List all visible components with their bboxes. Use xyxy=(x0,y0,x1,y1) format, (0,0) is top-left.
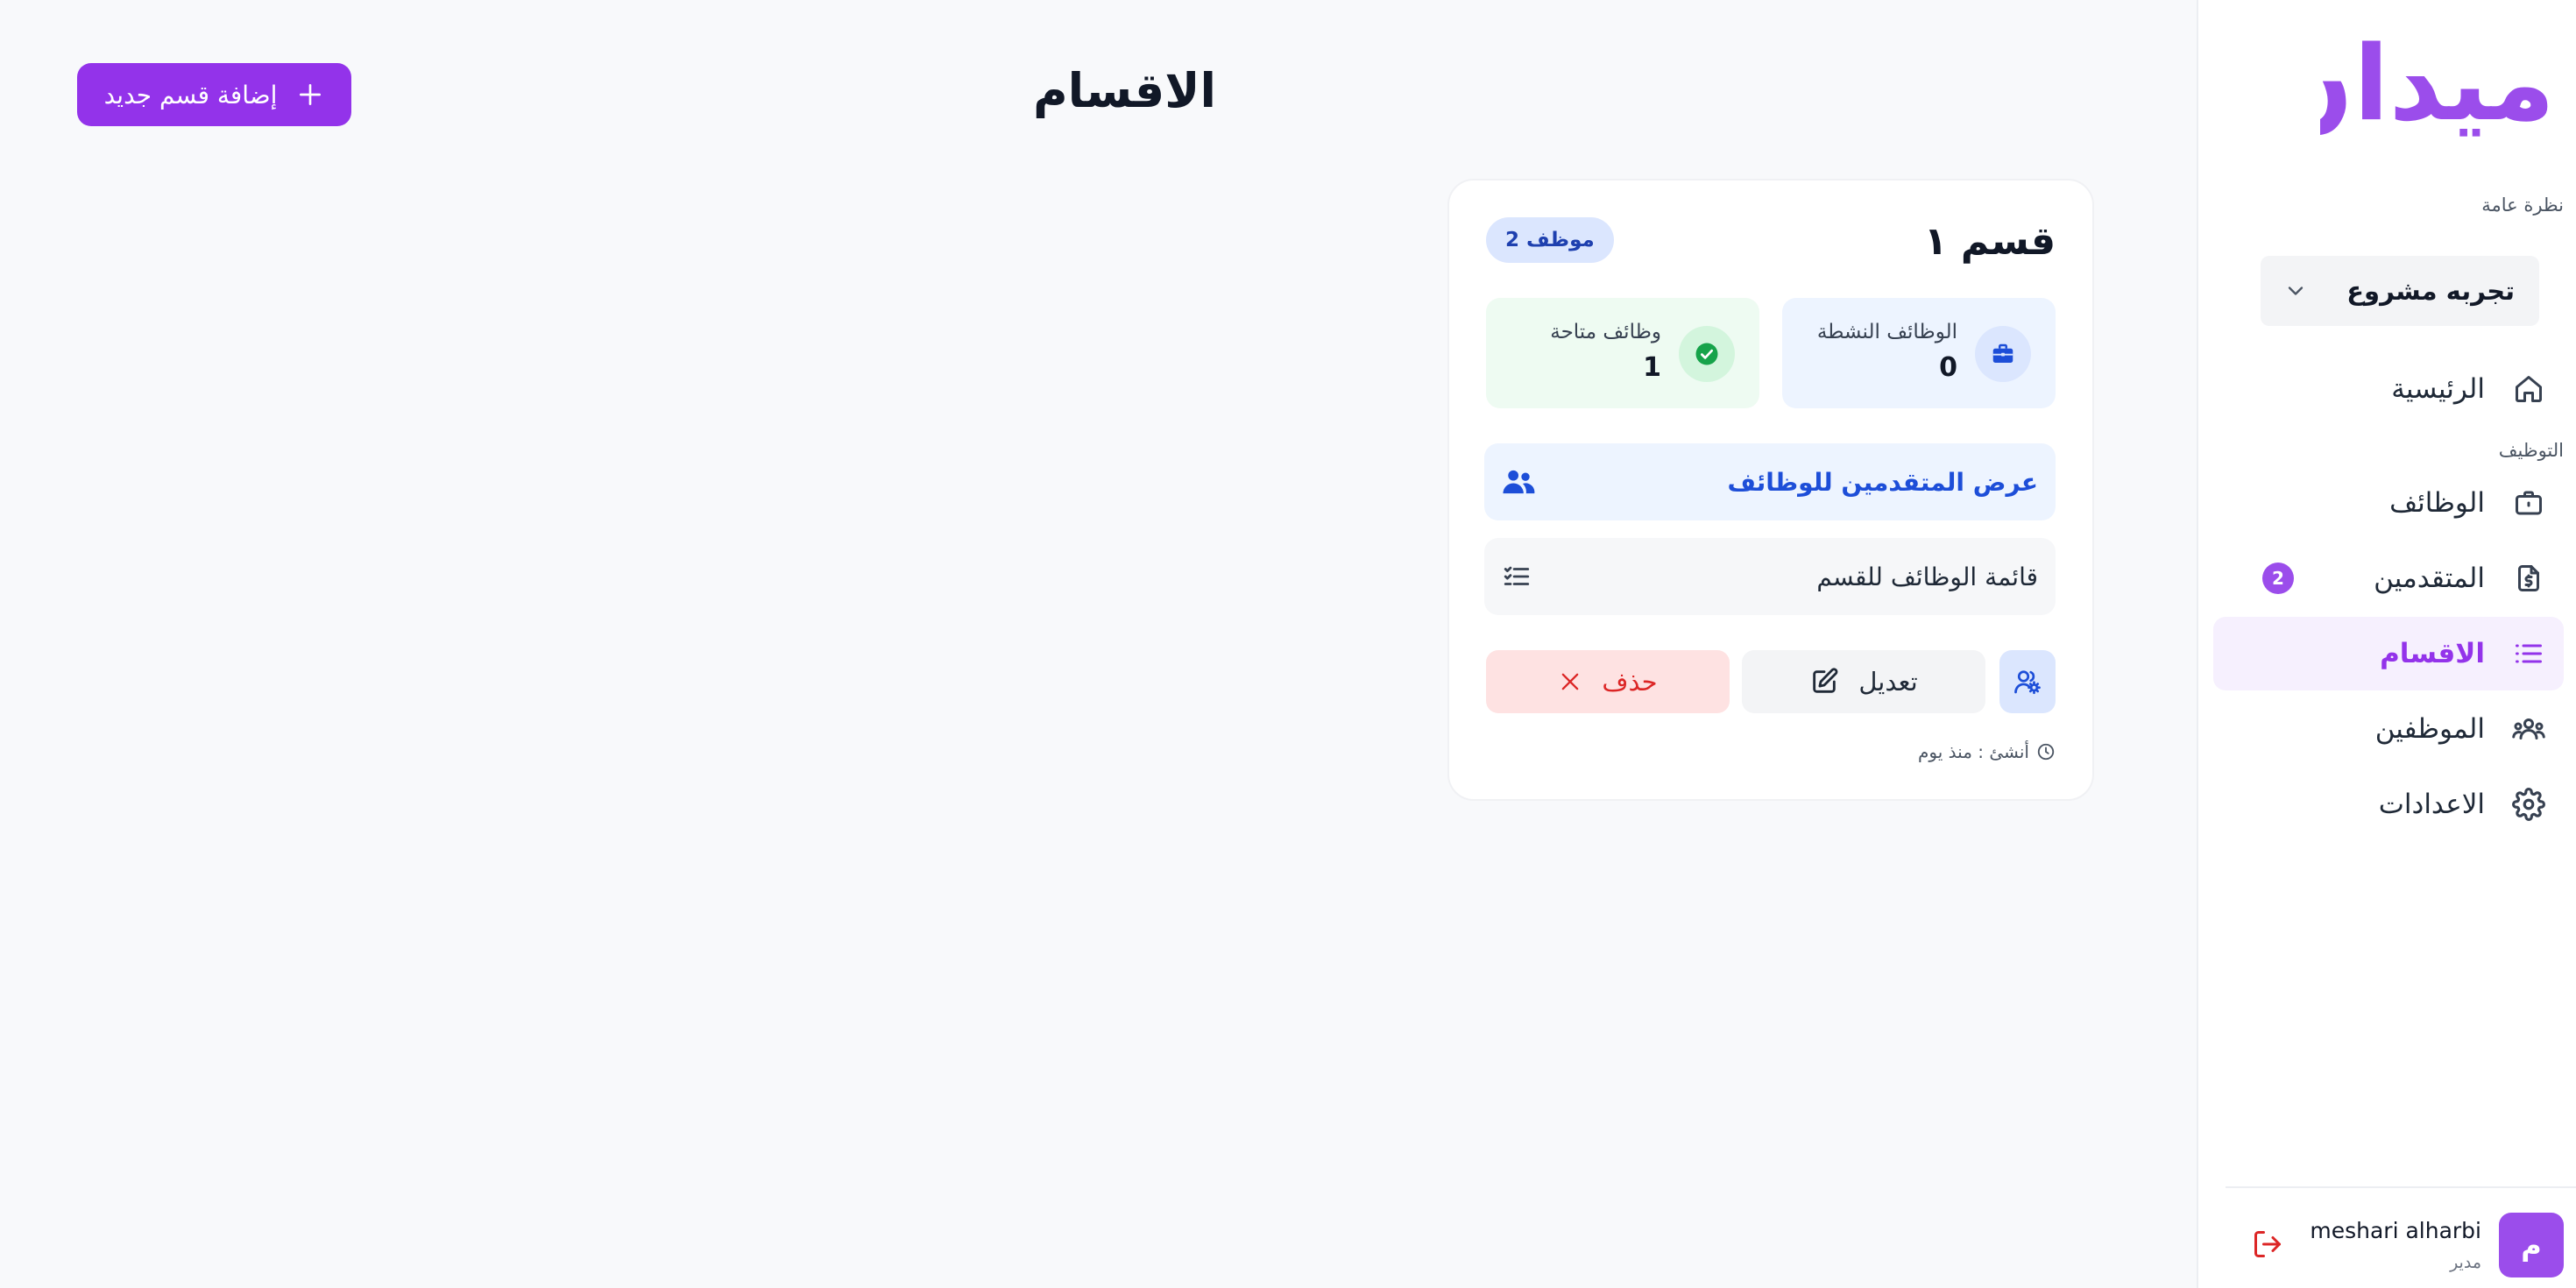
view-applicants-label: عرض المتقدمين للوظائف xyxy=(1727,467,2038,497)
applicants-count-badge: 2 xyxy=(2262,563,2294,594)
users-icon xyxy=(1502,467,1535,497)
home-icon xyxy=(2511,372,2546,407)
avatar[interactable]: م xyxy=(2499,1213,2564,1277)
employees-count-badge: 2 موظف xyxy=(1486,217,1614,263)
active-jobs-label: الوظائف النشطة xyxy=(1816,321,1957,343)
edit-label: تعديل xyxy=(1858,667,1918,697)
file-dollar-icon xyxy=(2511,561,2546,596)
miydan-logo: ميدان xyxy=(2320,35,2555,140)
overview-label: نظرة عامة xyxy=(2481,195,2564,216)
sidebar-item-applicants[interactable]: المتقدمين 2 xyxy=(2213,541,2564,615)
sidebar-item-label: المتقدمين xyxy=(2374,563,2485,594)
department-jobs-list-link[interactable]: قائمة الوظائف للقسم xyxy=(1484,538,2056,615)
department-title: قسم ١ xyxy=(1923,219,2056,264)
sidebar-item-departments[interactable]: الاقسام xyxy=(2213,617,2564,690)
briefcase-icon xyxy=(1975,326,2031,382)
sidebar-item-label: الوظائف xyxy=(2389,487,2485,519)
add-department-button[interactable]: إضافة قسم جديد xyxy=(77,63,351,126)
clock-icon xyxy=(2036,742,2056,761)
pencil-icon xyxy=(1809,667,1839,697)
checklist-icon xyxy=(1502,562,1532,591)
department-jobs-list-label: قائمة الوظائف للقسم xyxy=(1816,562,2038,591)
sidebar-item-employees[interactable]: الموظفين xyxy=(2213,692,2564,766)
recruitment-section-label: التوظيف xyxy=(2498,440,2564,461)
sidebar-item-jobs[interactable]: الوظائف xyxy=(2213,466,2564,540)
delete-department-button[interactable]: حذف xyxy=(1486,650,1730,713)
active-jobs-stat: الوظائف النشطة 0 xyxy=(1782,298,2056,408)
close-icon xyxy=(1558,669,1582,694)
plus-icon xyxy=(296,81,324,109)
project-select[interactable]: تجربه مشروع xyxy=(2261,256,2539,326)
available-jobs-stat: وظائف متاحة 1 xyxy=(1486,298,1759,408)
department-card: قسم ١ 2 موظف الوظائف النشطة 0 وظائف متاح… xyxy=(1447,179,2094,801)
sidebar-item-label: الموظفين xyxy=(2374,713,2485,745)
add-department-label: إضافة قسم جديد xyxy=(103,80,278,110)
project-select-value: تجربه مشروع xyxy=(2346,276,2515,306)
available-jobs-label: وظائف متاحة xyxy=(1550,321,1661,343)
sidebar-item-settings[interactable]: الاعدادات xyxy=(2213,768,2564,841)
active-jobs-value: 0 xyxy=(1939,352,1957,383)
sidebar-item-label: الرئيسية xyxy=(2391,373,2485,405)
svg-text:ميدان: ميدان xyxy=(2320,35,2555,140)
created-at-text: أنشئ : منذ يوم xyxy=(1918,741,2029,762)
briefcase-icon xyxy=(2511,485,2546,520)
list-icon xyxy=(2511,636,2546,671)
delete-label: حذف xyxy=(1602,667,1658,697)
available-jobs-value: 1 xyxy=(1643,352,1661,383)
page-title: الاقسام xyxy=(1033,63,1216,118)
user-name: meshari alharbi xyxy=(2310,1218,2481,1243)
chevron-down-icon xyxy=(2283,279,2308,303)
users-cog-icon xyxy=(2012,666,2043,697)
sidebar-item-label: الاقسام xyxy=(2380,638,2485,669)
edit-department-button[interactable]: تعديل xyxy=(1742,650,1985,713)
sidebar-item-home[interactable]: الرئيسية xyxy=(2213,352,2564,426)
sidebar: ميدان نظرة عامة تجربه مشروع الرئيسية الت… xyxy=(2197,0,2576,1288)
gear-icon xyxy=(2511,787,2546,822)
check-circle-icon xyxy=(1679,326,1735,382)
sidebar-item-label: الاعدادات xyxy=(2378,789,2485,820)
view-applicants-link[interactable]: عرض المتقدمين للوظائف xyxy=(1484,443,2056,520)
created-at: أنشئ : منذ يوم xyxy=(1918,741,2056,762)
user-role: مدير xyxy=(2450,1253,2481,1272)
user-profile: م meshari alharbi مدير xyxy=(2226,1186,2576,1288)
users-icon xyxy=(2511,711,2546,747)
manage-team-button[interactable] xyxy=(1999,650,2056,713)
logout-icon[interactable] xyxy=(2252,1228,2283,1260)
